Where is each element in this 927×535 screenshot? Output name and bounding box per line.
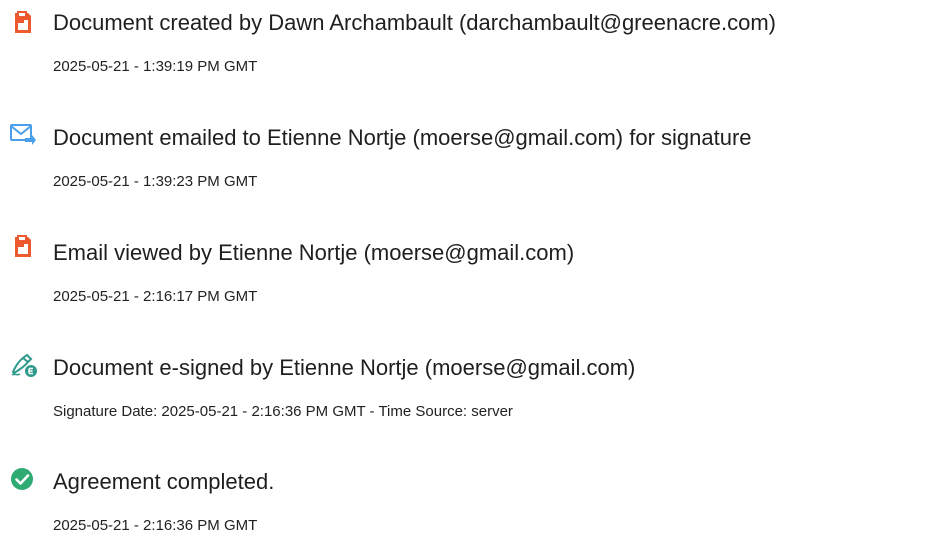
- event-title: Agreement completed.: [53, 469, 275, 494]
- checkmark-circle-icon: [10, 467, 36, 493]
- event-timestamp: 2025-05-21 - 2:16:17 PM GMT: [53, 288, 258, 305]
- event-title: Email viewed by Etienne Nortje (moerse@g…: [53, 240, 575, 265]
- event-timestamp: 2025-05-21 - 1:39:23 PM GMT: [53, 173, 258, 190]
- event-timestamp: 2025-05-21 - 2:16:36 PM GMT: [53, 517, 258, 534]
- event-title: Document created by Dawn Archambault (da…: [53, 10, 777, 35]
- event-timestamp: 2025-05-21 - 1:39:19 PM GMT: [53, 58, 258, 75]
- document-created-icon: [10, 10, 36, 36]
- email-sent-icon: [10, 121, 36, 147]
- e-sign-pen-icon: [10, 350, 37, 377]
- document-viewed-icon: [10, 234, 36, 260]
- event-title: Document emailed to Etienne Nortje (moer…: [53, 125, 752, 150]
- event-title: Document e-signed by Etienne Nortje (moe…: [53, 355, 636, 380]
- event-signature-details: Signature Date: 2025-05-21 - 2:16:36 PM …: [53, 403, 513, 420]
